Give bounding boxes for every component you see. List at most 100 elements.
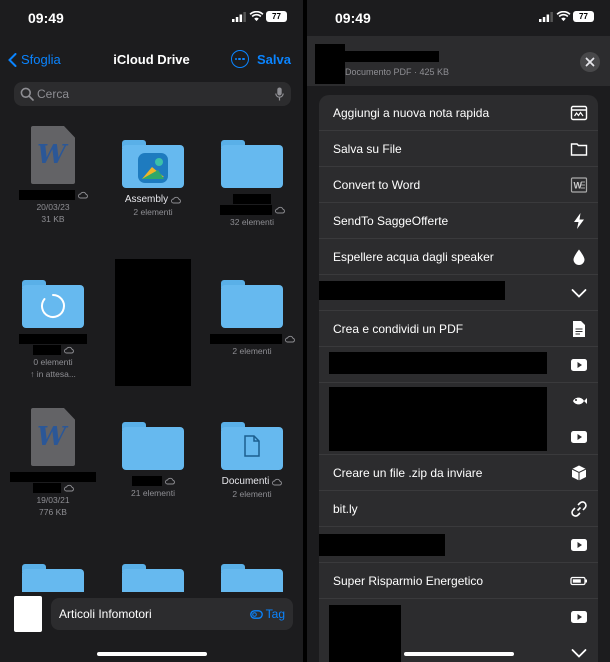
- document-thumbnail: [14, 596, 42, 632]
- back-button[interactable]: Sfoglia: [8, 52, 61, 67]
- folder-tile[interactable]: 0 elementi ↑ in attesa...: [3, 280, 103, 379]
- file-meta: Documento PDF · 425 KB: [345, 67, 450, 77]
- document-icon: [573, 321, 585, 337]
- cloud-download-icon: [63, 346, 74, 354]
- action-row[interactable]: [319, 275, 598, 311]
- action-row[interactable]: Crea e condividi un PDF: [319, 311, 598, 347]
- action-row[interactable]: bit.ly: [319, 491, 598, 527]
- word-document-icon: W: [31, 408, 75, 466]
- action-row[interactable]: [319, 527, 598, 563]
- file-tile[interactable]: W 19/03/21 776 KB: [3, 408, 103, 517]
- home-indicator: [96, 652, 207, 656]
- cloud-download-icon: [284, 335, 295, 343]
- folder-item-count: 2 elementi: [133, 207, 173, 217]
- tag-label: Tag: [265, 607, 285, 621]
- search-icon: [20, 87, 34, 101]
- search-input[interactable]: Cerca: [14, 82, 291, 106]
- actions-list: Aggiungi a nuova nota rapida Salva su Fi…: [319, 95, 598, 662]
- folder-item-count: 32 elementi: [230, 217, 274, 227]
- redacted-label: [329, 352, 547, 374]
- file-name: [3, 190, 103, 200]
- action-row[interactable]: [319, 383, 598, 455]
- folder-icon: [122, 140, 184, 188]
- back-label: Sfoglia: [21, 52, 61, 67]
- close-button[interactable]: [580, 52, 600, 72]
- navigation-bar: iCloud Drive Sfoglia Salva: [0, 48, 303, 74]
- wifi-icon: [556, 11, 571, 22]
- status-time: 09:49: [335, 10, 371, 26]
- folder-icon: [221, 422, 283, 470]
- folder-item-count: 21 elementi: [131, 488, 175, 498]
- folder-tile[interactable]: Assembly 2 elementi: [103, 140, 203, 217]
- signal-icon: [539, 12, 553, 22]
- action-label: Super Risparmio Energetico: [333, 574, 484, 588]
- action-row[interactable]: Convert to Word W: [319, 167, 598, 203]
- play-icon: [571, 611, 587, 623]
- folder-name: [202, 334, 302, 344]
- file-date: 19/03/21: [36, 495, 70, 505]
- bolt-icon: [574, 213, 584, 229]
- cloud-download-icon: [274, 206, 285, 214]
- status-bar: 09:49 77: [307, 0, 610, 34]
- folder-icon: [122, 422, 184, 470]
- cloud-download-icon: [171, 196, 182, 203]
- action-row[interactable]: Super Risparmio Energetico: [319, 563, 598, 599]
- folder-tile[interactable]: Documenti 2 elementi: [202, 422, 302, 499]
- status-bar: 09:49 77: [0, 0, 303, 34]
- play-icon: [571, 431, 587, 443]
- share-sheet-header: Documento PDF · 425 KB: [307, 36, 610, 86]
- close-icon: [585, 57, 595, 67]
- action-row[interactable]: Aggiungi a nuova nota rapida: [319, 95, 598, 131]
- microphone-icon[interactable]: [275, 87, 284, 101]
- action-row[interactable]: Espellere acqua dagli speaker: [319, 239, 598, 275]
- tag-button[interactable]: Tag: [249, 607, 285, 621]
- wifi-icon: [249, 11, 264, 22]
- upload-status: ↑ in attesa...: [30, 369, 76, 379]
- cloud-download-icon: [77, 191, 88, 199]
- more-options-button[interactable]: [231, 50, 249, 68]
- cloud-download-icon: [272, 478, 283, 485]
- folder-name: Documenti: [202, 476, 302, 487]
- file-size: 776 KB: [39, 507, 67, 517]
- dot-icon: [242, 57, 245, 60]
- file-tile[interactable]: W 20/03/23 31 KB: [3, 126, 103, 224]
- action-label: Convert to Word: [333, 178, 421, 192]
- search-placeholder: Cerca: [37, 87, 70, 101]
- action-label: Crea e condividi un PDF: [333, 322, 464, 336]
- signal-icon: [232, 12, 246, 22]
- folder-tile[interactable]: 2 elementi: [202, 280, 302, 356]
- action-label: Salva su File: [333, 142, 402, 156]
- assembly-app-icon: [138, 153, 168, 183]
- action-row[interactable]: [319, 347, 598, 383]
- save-button[interactable]: Salva: [257, 52, 291, 67]
- word-icon: W: [570, 177, 588, 193]
- folder-icon: [22, 280, 84, 328]
- folder-tile[interactable]: 21 elementi: [103, 422, 203, 498]
- share-sheet-screen: 09:49 77 Documento PDF · 425 KB Aggiungi…: [307, 0, 610, 662]
- dot-icon: [234, 57, 237, 60]
- action-row[interactable]: SendTo SaggeOfferte: [319, 203, 598, 239]
- action-row[interactable]: Creare un file .zip da inviare: [319, 455, 598, 491]
- folder-item-count: 2 elementi: [232, 346, 272, 356]
- folder-tile[interactable]: 32 elementi: [202, 140, 302, 227]
- folder-icon: [570, 143, 588, 156]
- action-label: SendTo SaggeOfferte: [333, 214, 449, 228]
- file-date: 20/03/23: [36, 202, 70, 212]
- folder-item-count: 2 elementi: [232, 489, 272, 499]
- redacted-label: [319, 281, 505, 300]
- chevron-down-icon: [571, 649, 587, 658]
- redacted-label: [319, 534, 445, 556]
- word-document-icon: W: [31, 126, 75, 184]
- folder-icon: [221, 280, 283, 328]
- redacted-tile[interactable]: [103, 259, 203, 386]
- syncing-icon: [41, 294, 65, 318]
- action-row[interactable]: Salva su File: [319, 131, 598, 167]
- quick-note-icon: [570, 105, 588, 121]
- file-size: 31 KB: [41, 214, 65, 224]
- folder-icon: [221, 140, 283, 188]
- play-icon: [571, 539, 587, 551]
- filename-field[interactable]: Articoli Infomotori Tag: [51, 598, 293, 630]
- folder-name: Assembly: [103, 194, 203, 205]
- folder-name: [103, 476, 203, 486]
- file-name: [3, 472, 103, 482]
